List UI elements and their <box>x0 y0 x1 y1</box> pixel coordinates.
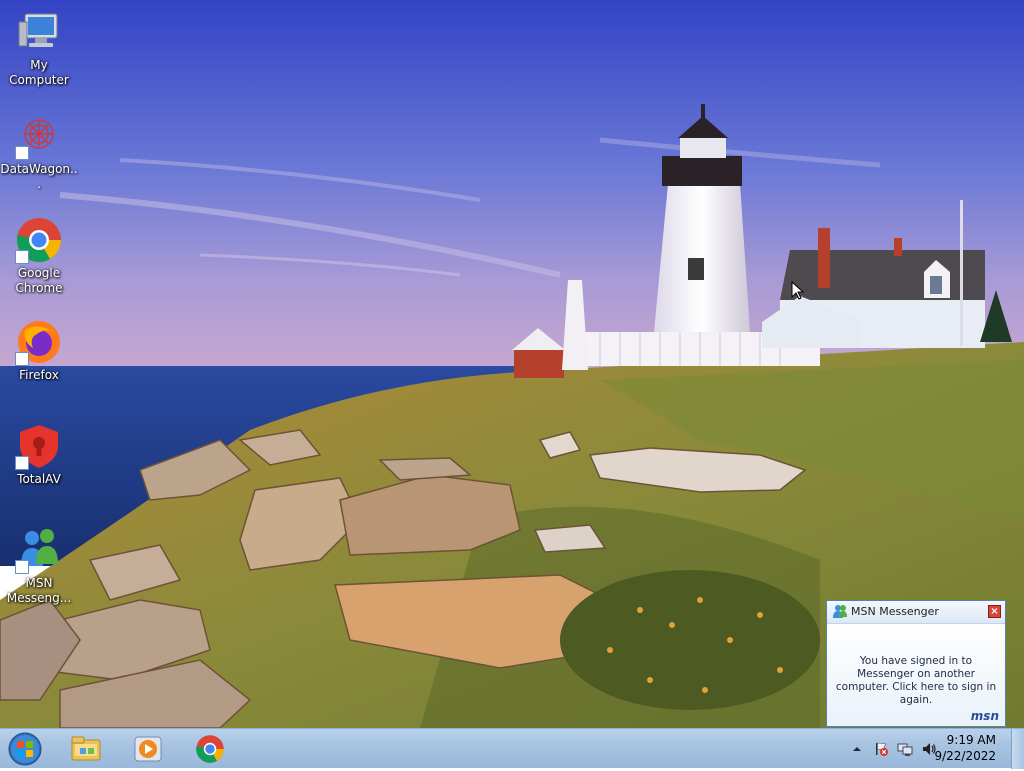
network-icon[interactable] <box>897 741 913 757</box>
desktop-icon-my-computer[interactable]: My Computer <box>0 8 78 88</box>
start-button[interactable] <box>6 731 44 767</box>
desktop-icon-label: My Computer <box>9 58 69 87</box>
windows-start-icon <box>8 732 42 766</box>
desktop-icon-label: DataWagon... <box>0 162 78 191</box>
taskbar: 9:19 AM 9/22/2022 <box>0 728 1024 769</box>
clock-date[interactable]: 9/22/2022 <box>926 749 996 763</box>
desktop-icon-msn-messenger[interactable]: MSN Messeng... <box>0 526 78 606</box>
system-tray: 9:19 AM 9/22/2022 <box>839 729 1024 769</box>
show-desktop-button[interactable] <box>1011 729 1024 769</box>
desktop-icon-datawagon[interactable]: DataWagon... <box>0 112 78 192</box>
desktop-icon-label: Google Chrome <box>15 266 63 295</box>
desktop-icon-label: TotalAV <box>17 472 61 486</box>
desktop-icon-firefox[interactable]: Firefox <box>0 318 78 383</box>
taskbar-google-chrome[interactable] <box>182 731 238 767</box>
taskbar-media-player[interactable] <box>120 731 176 767</box>
shortcut-arrow-icon <box>15 456 29 470</box>
computer-icon <box>18 13 58 47</box>
desktop: My Computer DataWagon... Google Chrome F… <box>0 0 1024 728</box>
clock-time[interactable]: 9:19 AM <box>926 733 996 747</box>
msn-logo: msn <box>970 709 999 723</box>
shortcut-arrow-icon <box>15 250 29 264</box>
media-player-icon <box>134 736 162 762</box>
msn-notification-popup[interactable]: MSN Messenger × You have signed in to Me… <box>826 600 1006 727</box>
file-explorer-icon <box>71 736 101 761</box>
taskbar-file-explorer[interactable] <box>58 731 114 767</box>
desktop-icon-totalav[interactable]: TotalAV <box>0 422 78 487</box>
close-icon[interactable]: × <box>988 605 1001 618</box>
shortcut-arrow-icon <box>15 146 29 160</box>
mouse-cursor-icon <box>791 281 805 300</box>
desktop-icon-label: MSN Messeng... <box>6 576 72 605</box>
desktop-icon-label: Firefox <box>19 368 59 382</box>
action-center-flag-icon[interactable] <box>873 741 889 757</box>
show-hidden-icons-arrow-icon[interactable] <box>849 741 865 757</box>
chrome-icon <box>196 735 224 763</box>
shortcut-arrow-icon <box>15 560 29 574</box>
desktop-icon-google-chrome[interactable]: Google Chrome <box>0 216 78 296</box>
notification-message[interactable]: You have signed in to Messenger on anoth… <box>833 655 999 707</box>
shortcut-arrow-icon <box>15 352 29 366</box>
msn-messenger-icon <box>833 605 847 618</box>
notification-titlebar[interactable]: MSN Messenger × <box>827 601 1005 624</box>
notification-title: MSN Messenger <box>851 605 939 618</box>
